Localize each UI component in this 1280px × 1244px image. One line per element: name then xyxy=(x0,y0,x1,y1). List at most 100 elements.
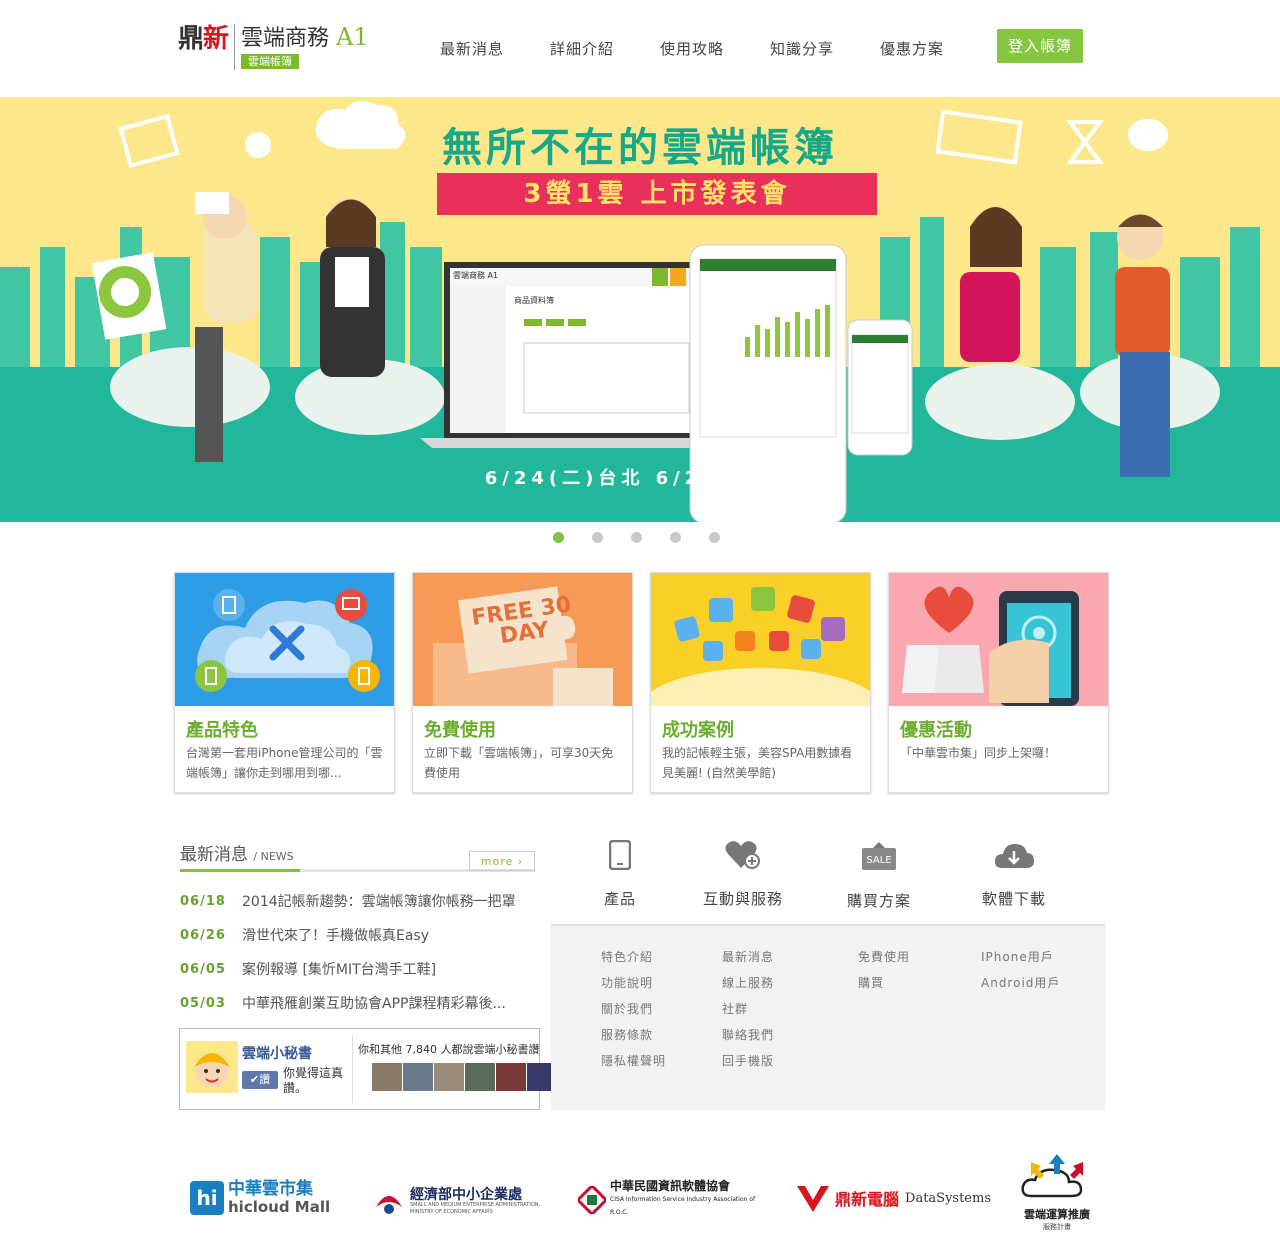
card-desc: 我的記帳輕主張，美容SPA用數據看見美麗! (自然美學館) xyxy=(662,746,853,780)
fb-divider xyxy=(352,1035,353,1103)
partner-name: 中華雲市集 xyxy=(228,1179,313,1199)
card-promotions[interactable]: 優惠活動 「中華雲市集」同步上架囉！ xyxy=(888,572,1109,793)
banner-dates: 6/24(二)台北 6/26(四)台中 xyxy=(484,468,816,489)
news-date: 06/05 xyxy=(180,961,226,977)
avatar[interactable] xyxy=(403,1063,433,1091)
fb-page-name[interactable]: 雲端小秘書 xyxy=(242,1043,312,1063)
site-logo[interactable]: 鼎新 雲端商務 A1 雲端帳簿 xyxy=(178,22,369,72)
partner-smea[interactable]: 經濟部中小企業處 SMALL AND MEDIUM ENTERPRISE ADM… xyxy=(372,1188,550,1216)
link-label: 產品 xyxy=(603,890,636,908)
news-text[interactable]: 中華飛雁創業互助協會APP課程精彩幕後... xyxy=(242,993,506,1013)
news-item[interactable]: 06/05 案例報導 [集忻MIT台灣手工鞋] xyxy=(180,952,535,986)
card-free-trial[interactable]: FREE 30 DAY 免費使用 立即下載「雲端帳簿」，可享30天免費使用 xyxy=(412,572,633,793)
link-column: 最新消息 線上服務 社群 聯絡我們 回手機版 xyxy=(722,944,774,1074)
footer-link[interactable]: 免費使用 xyxy=(858,944,910,970)
link-buy[interactable]: SALE 購買方案 xyxy=(819,840,939,911)
link-product[interactable]: 產品 xyxy=(560,839,680,909)
news-item[interactable]: 06/26 滑世代來了！手機做帳真Easy xyxy=(180,918,535,952)
nav-offers[interactable]: 優惠方案 xyxy=(880,38,990,59)
phone-icon xyxy=(608,839,632,871)
carousel-dot[interactable] xyxy=(553,532,564,543)
footer-link[interactable]: 關於我們 xyxy=(601,996,666,1022)
partner-hicloud[interactable]: hi 中華雲市集 hicloud Mall xyxy=(190,1180,330,1216)
footer-link[interactable]: 特色介紹 xyxy=(601,944,666,970)
banner-ribbon: 3螢1雲 上市發表會 xyxy=(437,173,877,215)
partner-sub: 服務計畫 xyxy=(1043,1223,1071,1231)
news-section: 最新消息 / NEWS more › 06/18 2014記帳新趨勢：雲端帳簿讓你… xyxy=(180,840,535,1020)
partner-name: 鼎新電腦 xyxy=(835,1190,900,1209)
nav-latest-news[interactable]: 最新消息 xyxy=(440,38,550,59)
news-date: 06/18 xyxy=(180,893,226,909)
site-header: 鼎新 雲端商務 A1 雲端帳簿 最新消息 詳細介紹 使用攻略 知識分享 優惠方案… xyxy=(0,0,1280,97)
partner-name: 雲端運算推廣 xyxy=(1024,1208,1090,1221)
fb-like-button[interactable]: ✔讚 xyxy=(242,1071,278,1089)
news-text[interactable]: 2014記帳新趨勢：雲端帳簿讓你帳務一把罩 xyxy=(242,891,516,911)
avatar[interactable] xyxy=(434,1063,464,1091)
partner-sub: SMALL AND MEDIUM ENTERPRISE ADMINISTRATI… xyxy=(410,1202,541,1215)
partner-cloud-promo[interactable]: 雲端運算推廣 服務計畫 xyxy=(1012,1152,1102,1232)
carousel-dot[interactable] xyxy=(592,532,603,543)
carousel-dot[interactable] xyxy=(670,532,681,543)
login-button[interactable]: 登入帳簿 xyxy=(997,29,1083,63)
footer-link[interactable]: 最新消息 xyxy=(722,944,774,970)
card-success-cases[interactable]: 成功案例 我的記帳輕主張，美容SPA用數據看見美麗! (自然美學館) xyxy=(650,572,871,793)
avatar[interactable] xyxy=(496,1063,526,1091)
avatar[interactable] xyxy=(465,1063,495,1091)
nav-details[interactable]: 詳細介紹 xyxy=(550,38,660,59)
news-item[interactable]: 06/18 2014記帳新趨勢：雲端帳簿讓你帳務一把罩 xyxy=(180,884,535,918)
avatar[interactable] xyxy=(372,1063,402,1091)
fb-social-text: 你和其他 7,840 人都說雲端小秘書讚 xyxy=(358,1043,540,1056)
footer-link[interactable]: 社群 xyxy=(722,996,774,1022)
link-column: 免費使用 購買 xyxy=(858,944,910,996)
footer-link[interactable]: 服務條款 xyxy=(601,1022,666,1048)
news-more-button[interactable]: more › xyxy=(469,851,535,871)
carousel-dot[interactable] xyxy=(709,532,720,543)
link-label: 軟體下載 xyxy=(981,890,1046,908)
fb-prompt: 你覺得這真讚。 xyxy=(283,1066,344,1095)
nav-guide[interactable]: 使用攻略 xyxy=(660,38,770,59)
feature-cards: 產品特色 台灣第一套用iPhone管理公司的「雲端帳簿」讓你走到哪用到哪... … xyxy=(174,572,1109,793)
footer-link[interactable]: 線上服務 xyxy=(722,970,774,996)
footer-link[interactable]: 隱私權聲明 xyxy=(601,1048,666,1074)
link-service[interactable]: 互動與服務 xyxy=(683,840,803,909)
check-icon: ✔ xyxy=(249,1073,260,1086)
logo-divider xyxy=(234,24,236,70)
partner-datasystems[interactable]: 鼎新電腦 DataSystems xyxy=(795,1182,991,1214)
footer-link[interactable]: 聯絡我們 xyxy=(722,1022,774,1048)
news-text[interactable]: 案例報導 [集忻MIT台灣手工鞋] xyxy=(242,959,436,979)
partner-logos: hi 中華雲市集 hicloud Mall 經濟部中小企業處 SMALL AND… xyxy=(0,1150,1280,1244)
hero-banner[interactable]: 無所不在的雲端帳簿 3螢1雲 上市發表會 雲端商務 A1 商品資料簿 6/24(… xyxy=(0,97,1280,522)
link-label: 購買方案 xyxy=(846,892,911,910)
footer-link[interactable]: IPhone用戶 xyxy=(981,944,1060,970)
datasystems-logo-icon xyxy=(797,1186,829,1212)
news-header: 最新消息 / NEWS more › xyxy=(180,840,535,872)
footer-link[interactable]: 功能說明 xyxy=(601,970,666,996)
news-item[interactable]: 05/03 中華飛雁創業互助協會APP課程精彩幕後... xyxy=(180,986,535,1020)
mascot-avatar[interactable] xyxy=(186,1041,238,1093)
card-product-features[interactable]: 產品特色 台灣第一套用iPhone管理公司的「雲端帳簿」讓你走到哪用到哪... xyxy=(174,572,395,793)
footer-link[interactable]: Android用戶 xyxy=(981,970,1060,996)
link-download[interactable]: 軟體下載 xyxy=(954,840,1074,909)
site-links: 產品 互動與服務 SALE 購買方案 軟體下載 特色介紹 功能說明 關於我們 服… xyxy=(551,830,1105,1110)
link-directory: 特色介紹 功能說明 關於我們 服務條款 隱私權聲明 最新消息 線上服務 社群 聯… xyxy=(551,924,1105,1110)
heart-plus-icon xyxy=(725,841,760,869)
sale-text: SALE xyxy=(866,855,891,866)
link-label: 互動與服務 xyxy=(702,890,783,908)
card-desc: 立即下載「雲端帳簿」，可享30天免費使用 xyxy=(424,746,614,780)
cisa-logo-icon xyxy=(578,1185,606,1214)
card-title: 免費使用 xyxy=(424,720,496,741)
cloud-arrows-logo-icon xyxy=(1021,1154,1083,1198)
news-text[interactable]: 滑世代來了！手機做帳真Easy xyxy=(242,925,429,945)
carousel-dot[interactable] xyxy=(631,532,642,543)
banner-screen-brand: 雲端商務 A1 xyxy=(453,271,499,280)
partner-cisa[interactable]: 中華民國資訊軟體協會 CISA Information Service Indu… xyxy=(578,1180,775,1219)
news-underline xyxy=(180,869,300,872)
footer-link[interactable]: 回手機版 xyxy=(722,1048,774,1074)
nav-knowledge[interactable]: 知識分享 xyxy=(770,38,880,59)
card-desc: 台灣第一套用iPhone管理公司的「雲端帳簿」讓你走到哪用到哪... xyxy=(186,746,383,780)
news-date: 06/26 xyxy=(180,927,226,943)
banner-title: 無所不在的雲端帳簿 xyxy=(442,125,838,171)
main-nav: 最新消息 詳細介紹 使用攻略 知識分享 優惠方案 xyxy=(440,38,990,59)
footer-link[interactable]: 購買 xyxy=(858,970,910,996)
partner-sub: CISA Information Service Industry Associ… xyxy=(610,1196,756,1216)
